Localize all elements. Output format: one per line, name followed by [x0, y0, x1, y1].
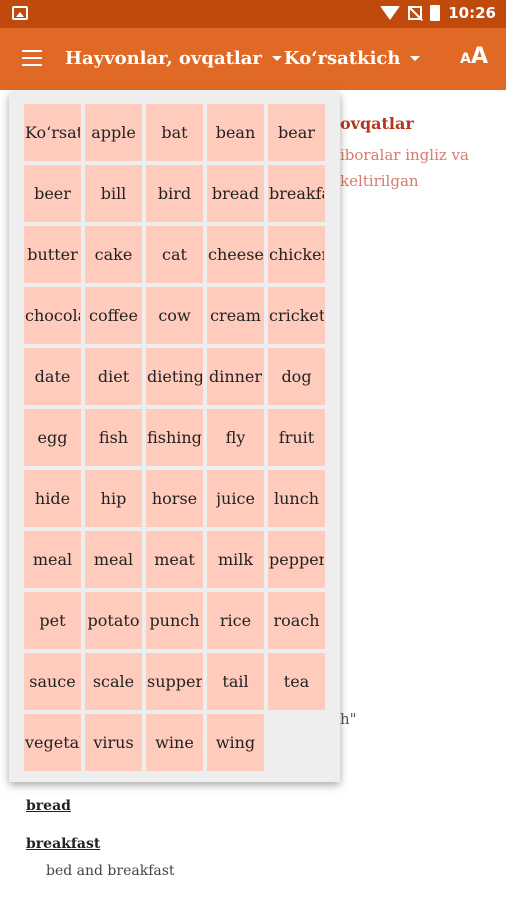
index-cell[interactable]: lunch	[268, 470, 325, 527]
index-cell[interactable]: cricket	[268, 287, 325, 344]
index-cell[interactable]: fly	[207, 409, 264, 466]
index-cell[interactable]: wine	[146, 714, 203, 771]
font-size-icon[interactable]: AA	[460, 44, 488, 69]
index-cell[interactable]: pepper	[268, 531, 325, 588]
index-cell[interactable]: milk	[207, 531, 264, 588]
status-bar: 10:26	[0, 0, 506, 28]
index-dropdown[interactable]: Ko‘rsatkich	[284, 48, 421, 69]
index-cell[interactable]: wing	[207, 714, 264, 771]
no-signal-icon	[408, 6, 423, 20]
index-cell[interactable]: bill	[85, 165, 142, 222]
index-cell[interactable]: pet	[24, 592, 81, 649]
chevron-down-icon	[410, 56, 421, 61]
index-cell[interactable]: cream	[207, 287, 264, 344]
category-dropdown[interactable]: Hayvonlar, ovqatlar	[65, 48, 282, 69]
index-cell[interactable]: tail	[207, 653, 264, 710]
index-cell[interactable]: chocolate	[24, 287, 81, 344]
hamburger-icon[interactable]	[22, 50, 42, 66]
section-title: ovqatlar	[340, 114, 414, 133]
index-cell[interactable]: apple	[85, 104, 142, 161]
index-cell[interactable]: fish	[85, 409, 142, 466]
index-cell[interactable]: juice	[207, 470, 264, 527]
index-cell[interactable]: punch	[146, 592, 203, 649]
index-cell[interactable]: bean	[207, 104, 264, 161]
index-cell[interactable]: sauce	[24, 653, 81, 710]
wifi-icon	[380, 6, 401, 20]
index-grid: Ko‘rsatkichapplebatbeanbearbeerbillbirdb…	[24, 104, 328, 771]
section-description: iboralar ingliz va keltirilgan	[340, 146, 469, 190]
index-cell[interactable]: butter	[24, 226, 81, 283]
index-dropdown-label: Ko‘rsatkich	[284, 48, 401, 69]
index-cell[interactable]: horse	[146, 470, 203, 527]
index-cell[interactable]: Ko‘rsatkich	[24, 104, 81, 161]
index-cell[interactable]: coffee	[85, 287, 142, 344]
index-cell[interactable]: date	[24, 348, 81, 405]
index-cell[interactable]: meal	[85, 531, 142, 588]
app-bar: Hayvonlar, ovqatlar Ko‘rsatkich AA	[0, 28, 506, 90]
entry-bread-link[interactable]: bread	[26, 798, 71, 814]
index-cell[interactable]: bread	[207, 165, 264, 222]
index-cell[interactable]: rice	[207, 592, 264, 649]
index-cell[interactable]: bear	[268, 104, 325, 161]
category-dropdown-label: Hayvonlar, ovqatlar	[65, 48, 262, 69]
index-cell[interactable]: chicken	[268, 226, 325, 283]
index-cell[interactable]: dog	[268, 348, 325, 405]
index-cell[interactable]: roach	[268, 592, 325, 649]
index-cell[interactable]: vegetable	[24, 714, 81, 771]
index-cell[interactable]: diet	[85, 348, 142, 405]
index-cell[interactable]: meal	[24, 531, 81, 588]
status-icons: 10:26	[380, 4, 496, 22]
index-cell[interactable]: bat	[146, 104, 203, 161]
index-cell[interactable]: scale	[85, 653, 142, 710]
index-cell[interactable]: hide	[24, 470, 81, 527]
battery-icon	[430, 5, 441, 21]
index-cell[interactable]: tea	[268, 653, 325, 710]
chevron-down-icon	[271, 56, 282, 61]
index-cell[interactable]: egg	[24, 409, 81, 466]
index-cell[interactable]: hip	[85, 470, 142, 527]
index-cell[interactable]: cat	[146, 226, 203, 283]
quote-fragment: h"	[340, 710, 357, 728]
index-cell[interactable]: breakfast	[268, 165, 325, 222]
status-time: 10:26	[448, 4, 496, 22]
index-popup: Ko‘rsatkichapplebatbeanbearbeerbillbirdb…	[9, 92, 340, 782]
index-cell[interactable]: supper	[146, 653, 203, 710]
index-cell[interactable]: fishing	[146, 409, 203, 466]
index-cell[interactable]: cheese	[207, 226, 264, 283]
index-cell[interactable]: bird	[146, 165, 203, 222]
index-cell[interactable]: potato	[85, 592, 142, 649]
image-icon	[12, 6, 28, 20]
entry-breakfast-example: bed and breakfast	[46, 863, 175, 879]
index-cell[interactable]: dieting	[146, 348, 203, 405]
entry-breakfast-link[interactable]: breakfast	[26, 836, 100, 852]
index-cell[interactable]: dinner	[207, 348, 264, 405]
index-cell[interactable]: virus	[85, 714, 142, 771]
index-cell[interactable]: cake	[85, 226, 142, 283]
index-cell[interactable]: fruit	[268, 409, 325, 466]
index-cell[interactable]: beer	[24, 165, 81, 222]
index-cell[interactable]: cow	[146, 287, 203, 344]
index-cell[interactable]: meat	[146, 531, 203, 588]
